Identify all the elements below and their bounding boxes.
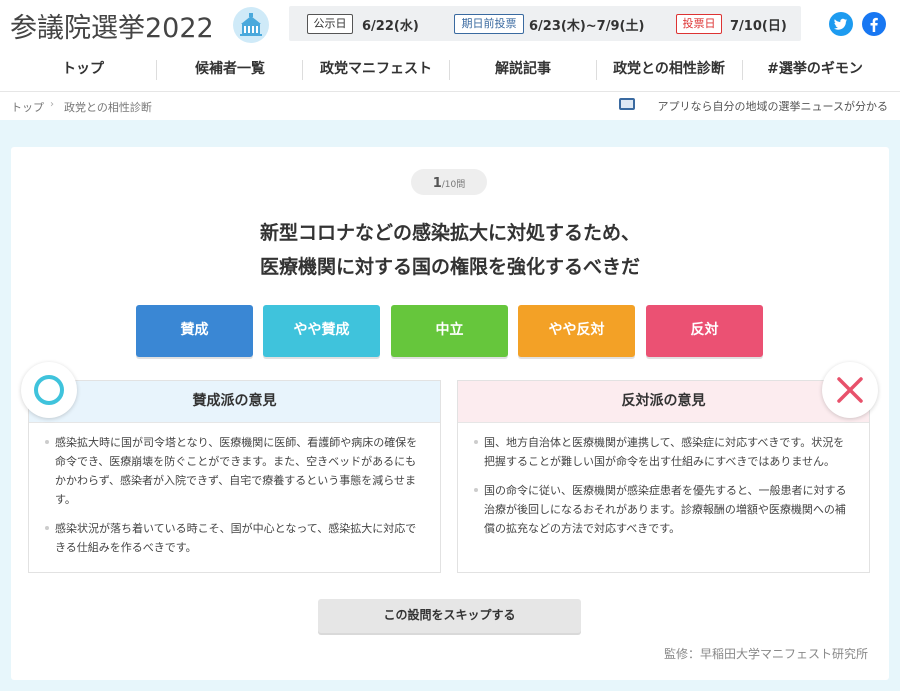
breadcrumb: トップ › 政党との相性診断 アプリなら自分の地域の選挙ニュースが分かる xyxy=(0,92,900,120)
choice-agree[interactable]: 賛成 xyxy=(136,305,253,357)
nav-divider xyxy=(156,60,157,80)
site-title[interactable]: 参議院選挙2022 xyxy=(10,6,214,45)
skip-question-button[interactable]: この設問をスキップする xyxy=(318,599,581,633)
nav-divider xyxy=(742,60,743,80)
date-label-announcement: 公示日 xyxy=(307,14,353,34)
choice-somewhat-agree[interactable]: やや賛成 xyxy=(263,305,380,357)
nav-articles[interactable]: 解説記事 xyxy=(465,59,581,81)
choice-neutral[interactable]: 中立 xyxy=(391,305,508,357)
choice-somewhat-disagree[interactable]: やや反対 xyxy=(518,305,635,357)
site-header: 参議院選挙2022 公示日 6/22(水) 期日前投票 6/23(木)~7/9(… xyxy=(0,0,900,48)
breadcrumb-current: 政党との相性診断 xyxy=(64,101,152,114)
circle-mark-icon xyxy=(21,362,77,418)
con-opinion-item: 国の命令に従い、医療機関が感染症患者を優先すると、一般患者に対する治療が後回しに… xyxy=(474,481,853,538)
date-value-early-voting: 6/23(木)~7/9(土) xyxy=(529,19,645,34)
nav-manifesto[interactable]: 政党マニフェスト xyxy=(313,59,439,81)
con-opinion-item: 国、地方自治体と医療機関が連携して、感染症に対応すべきです。状況を把握することが… xyxy=(474,433,853,471)
con-opinion-list: 国、地方自治体と医療機関が連携して、感染症に対応すべきです。状況を把握することが… xyxy=(458,423,869,538)
con-opinion-title: 反対派の意見 xyxy=(458,381,869,423)
choice-disagree[interactable]: 反対 xyxy=(646,305,763,357)
pro-opinion-item: 感染拡大時に国が司令塔となり、医療機関に医師、看護師や病床の確保を命令でき、医療… xyxy=(45,433,424,509)
breadcrumb-top[interactable]: トップ xyxy=(11,99,44,115)
current-question: 1 xyxy=(432,176,442,191)
nav-divider xyxy=(449,60,450,80)
nav-matching[interactable]: 政党との相性診断 xyxy=(603,59,735,81)
twitter-icon[interactable] xyxy=(829,12,853,36)
pro-opinion-title: 賛成派の意見 xyxy=(29,381,440,423)
election-dates: 公示日 6/22(水) 期日前投票 6/23(木)~7/9(土) 投票日 7/1… xyxy=(289,6,801,41)
con-opinion-panel: 反対派の意見 国、地方自治体と医療機関が連携して、感染症に対応すべきです。状況を… xyxy=(457,380,870,573)
date-value-voting-day: 7/10(日) xyxy=(730,19,787,34)
chevron-right-icon: › xyxy=(50,99,54,110)
nav-questions[interactable]: #選挙のギモン xyxy=(752,59,878,81)
building-icon xyxy=(233,7,269,43)
date-label-voting-day: 投票日 xyxy=(676,14,722,34)
question-counter: 1/10問 xyxy=(411,169,487,195)
main-nav: トップ 候補者一覧 政党マニフェスト 解説記事 政党との相性診断 #選挙のギモン xyxy=(0,48,900,92)
pro-opinion-panel: 賛成派の意見 感染拡大時に国が司令塔となり、医療機関に医師、看護師や病床の確保を… xyxy=(28,380,441,573)
facebook-icon[interactable] xyxy=(862,12,886,36)
app-screen-icon xyxy=(619,98,635,110)
cross-mark-icon xyxy=(822,362,878,418)
nav-divider xyxy=(302,60,303,80)
question-line-2: 医療機関に対する国の権限を強化するべきだ xyxy=(259,256,640,278)
supervisor-credit: 監修：早稲田大学マニフェスト研究所 xyxy=(663,647,868,661)
date-value-announcement: 6/22(水) xyxy=(362,19,419,34)
question-total: /10問 xyxy=(441,180,466,190)
app-promo-link[interactable]: アプリなら自分の地域の選挙ニュースが分かる xyxy=(658,98,888,114)
nav-candidates[interactable]: 候補者一覧 xyxy=(172,59,288,81)
date-label-early-voting: 期日前投票 xyxy=(454,14,524,34)
pro-opinion-item: 感染状況が落ち着いている時こそ、国が中心となって、感染拡大に対応できる仕組みを作… xyxy=(45,519,424,557)
nav-top[interactable]: トップ xyxy=(25,59,141,81)
question-line-1: 新型コロナなどの感染拡大に対処するため、 xyxy=(259,222,640,244)
nav-divider xyxy=(596,60,597,80)
pro-opinion-list: 感染拡大時に国が司令塔となり、医療機関に医師、看護師や病床の確保を命令でき、医療… xyxy=(29,423,440,557)
